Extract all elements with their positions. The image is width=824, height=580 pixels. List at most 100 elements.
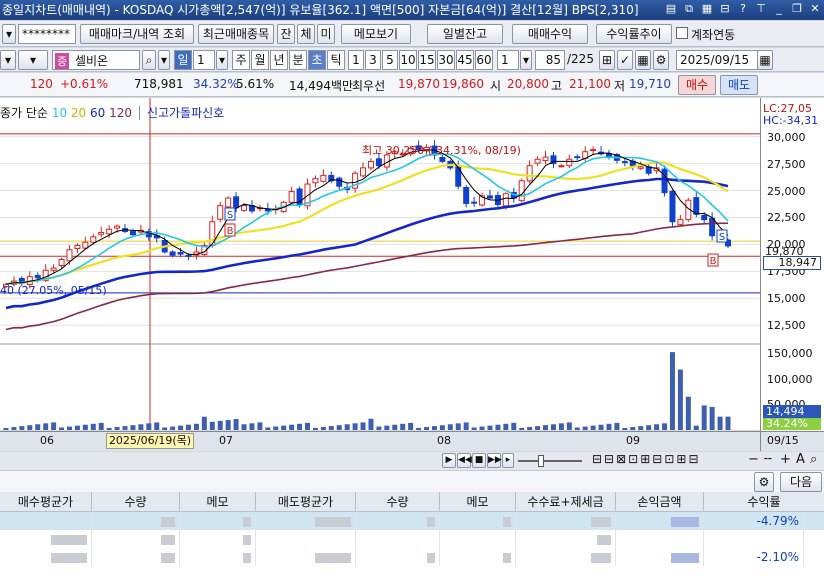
minute-option[interactable]: 30 bbox=[437, 50, 455, 70]
table-row[interactable]: -2.10% bbox=[0, 548, 824, 566]
pin-icon[interactable]: ⊤ bbox=[754, 2, 768, 16]
volume-bar bbox=[122, 426, 128, 430]
col-buy-avg[interactable]: 매수평균가 bbox=[0, 492, 92, 512]
volume-bar bbox=[384, 425, 390, 430]
minimize-icon[interactable]: _ bbox=[772, 2, 786, 16]
buy-button[interactable]: 매수 bbox=[678, 75, 716, 95]
sell-button[interactable]: 매도 bbox=[720, 75, 758, 95]
check-icon[interactable]: ✓ bbox=[617, 50, 633, 70]
minute-option[interactable]: 15 bbox=[418, 50, 436, 70]
tab-week[interactable]: 주 bbox=[232, 50, 250, 70]
minute-option[interactable]: 60 bbox=[475, 50, 493, 70]
col-sell-memo[interactable]: 메모 bbox=[440, 492, 516, 512]
trade-profit-button[interactable]: 매매수익 bbox=[512, 24, 588, 44]
volume-bar bbox=[392, 424, 398, 430]
yield-trend-button[interactable]: 수익률추이 bbox=[596, 24, 672, 44]
price-chart[interactable]: SBBS 종가 단순 10 20 60 120 │ 신고가돌파신호 최고 30,… bbox=[0, 98, 760, 430]
table-row[interactable]: -4.79% bbox=[0, 512, 824, 530]
minute-option[interactable]: 45 bbox=[456, 50, 474, 70]
settings-icon[interactable]: ⚙ bbox=[653, 50, 669, 70]
restore-icon[interactable]: ❐ bbox=[790, 2, 804, 16]
low-label: 저 bbox=[614, 79, 626, 93]
stock-arrow-icon[interactable]: ▾ bbox=[158, 50, 170, 70]
col-fee-tax[interactable]: 수수료+제세금 bbox=[516, 492, 616, 512]
play-icon[interactable]: ▶ bbox=[442, 453, 456, 468]
tab-day[interactable]: 일 bbox=[174, 50, 192, 70]
forward-icon[interactable]: ▶▶ bbox=[487, 453, 502, 468]
trade-mark-button[interactable]: 매매마크/내역 조회 bbox=[80, 24, 194, 44]
period-dropdown-icon[interactable]: ▾ bbox=[216, 50, 228, 70]
legend-ma120: 120 bbox=[109, 106, 133, 120]
zoom-in-button[interactable]: + bbox=[780, 452, 791, 467]
zoom-handle[interactable] bbox=[538, 455, 544, 467]
count-field[interactable]: 85 bbox=[535, 50, 565, 70]
menu-icon[interactable]: ▾ bbox=[0, 50, 16, 70]
memo-view-button[interactable]: 메모보기 bbox=[341, 24, 411, 44]
col-buy-memo[interactable]: 메모 bbox=[180, 492, 256, 512]
calendar-icon[interactable]: ▦ bbox=[757, 50, 773, 70]
chart-tool-icons[interactable]: ⊟⊟⊠⊡⊞⊟⊡⊞⊟ bbox=[592, 452, 701, 466]
x-tick: 09 bbox=[626, 434, 640, 447]
account-link-checkbox[interactable] bbox=[676, 27, 688, 39]
volume-bar bbox=[574, 427, 580, 430]
text-tool-button[interactable]: A bbox=[796, 452, 805, 467]
col-profit[interactable]: 손익금액 bbox=[616, 492, 704, 512]
grid-icon[interactable]: ▦ bbox=[700, 2, 714, 16]
volume-bar bbox=[590, 425, 596, 430]
col-buy-qty[interactable]: 수량 bbox=[92, 492, 180, 512]
execution-button[interactable]: 체 bbox=[297, 24, 315, 44]
tab-second[interactable]: 초 bbox=[308, 50, 326, 70]
stop-icon[interactable]: ■ bbox=[472, 453, 486, 468]
signal-mark-label: S bbox=[227, 210, 233, 221]
search-icon[interactable]: ⌕ bbox=[142, 50, 156, 70]
link-icon[interactable]: ⧉ bbox=[682, 2, 696, 16]
dropdown-icon[interactable]: ▾ bbox=[2, 24, 16, 44]
zoom-slider[interactable] bbox=[518, 460, 582, 462]
tile-icon[interactable]: ⊟ bbox=[718, 2, 732, 16]
tab-tick[interactable]: 틱 bbox=[327, 50, 345, 70]
candle-body bbox=[129, 230, 136, 236]
recent-trades-button[interactable]: 최근매매종목 bbox=[198, 24, 274, 44]
volume-bar bbox=[408, 422, 414, 430]
search-icon[interactable]: ⌕ bbox=[810, 452, 817, 467]
col-sell-avg[interactable]: 매도평균가 bbox=[256, 492, 356, 512]
table-icon[interactable]: ▦ bbox=[635, 50, 651, 70]
stock-name-field[interactable]: 증 셀비온 bbox=[52, 50, 140, 70]
count-total: /225 bbox=[567, 52, 594, 66]
tab-year[interactable]: 년 bbox=[270, 50, 288, 70]
rewind-icon[interactable]: ◀◀ bbox=[457, 453, 472, 468]
period-number[interactable]: 1 bbox=[193, 50, 215, 70]
minute-option[interactable]: 10 bbox=[399, 50, 417, 70]
volume-bar bbox=[3, 427, 9, 430]
col-sell-qty[interactable]: 수량 bbox=[356, 492, 440, 512]
tab-minute[interactable]: 분 bbox=[289, 50, 307, 70]
n-value-field[interactable]: 1 bbox=[497, 50, 519, 70]
close-icon[interactable]: ✕ bbox=[808, 2, 822, 16]
tab-month[interactable]: 월 bbox=[251, 50, 269, 70]
minute-option[interactable]: 1 bbox=[348, 50, 364, 70]
gear-icon[interactable]: ⚙ bbox=[754, 472, 774, 492]
minute-option[interactable]: 5 bbox=[382, 50, 398, 70]
chart-config-icon[interactable]: ⊞ bbox=[599, 50, 615, 70]
n-dropdown-icon[interactable]: ▾ bbox=[520, 50, 532, 70]
volume-bar bbox=[725, 416, 731, 430]
minute-option[interactable]: 3 bbox=[365, 50, 381, 70]
date-field[interactable]: 2025/09/15 bbox=[676, 50, 758, 70]
help-icon[interactable]: ? bbox=[736, 2, 750, 16]
crosshair-icon[interactable]: ╌ bbox=[764, 452, 772, 467]
account-field[interactable]: ******** bbox=[18, 24, 76, 44]
stock-code-field[interactable]: ▾ bbox=[18, 50, 48, 70]
unfilled-button[interactable]: 미 bbox=[317, 24, 335, 44]
balance-button[interactable]: 잔 bbox=[277, 24, 295, 44]
zoom-out-button[interactable]: − bbox=[748, 452, 759, 467]
volume-bar bbox=[336, 425, 342, 430]
save-icon[interactable]: ▤ bbox=[664, 2, 678, 16]
account-toolbar: ▾ ******** 매매마크/내역 조회 최근매매종목 잔 체 미 메모보기 … bbox=[0, 21, 824, 47]
col-yield[interactable]: 수익률 bbox=[704, 492, 824, 512]
volume-bar bbox=[59, 427, 65, 430]
volume-bar bbox=[646, 425, 652, 430]
step-icon[interactable]: ▸ bbox=[502, 453, 514, 468]
table-row[interactable] bbox=[0, 530, 824, 548]
daily-balance-button[interactable]: 일별잔고 bbox=[427, 24, 503, 44]
next-button[interactable]: 다음 bbox=[780, 472, 822, 492]
